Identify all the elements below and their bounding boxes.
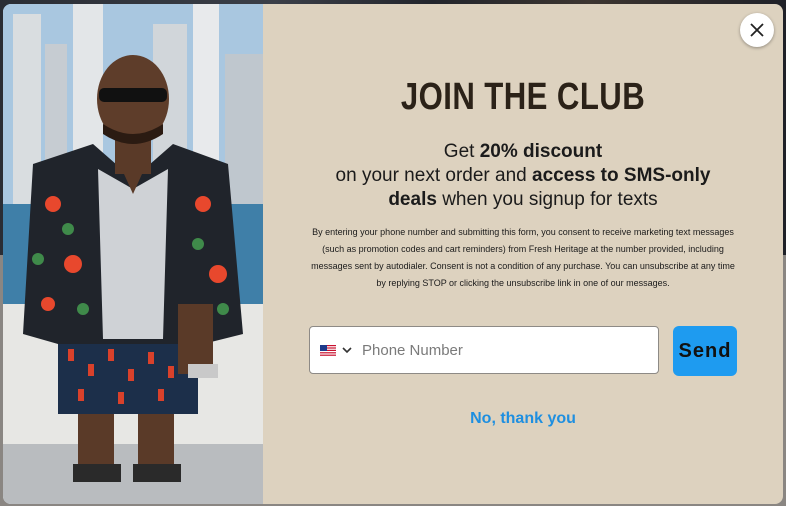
send-button[interactable]: Send [673, 326, 737, 376]
us-flag-icon[interactable] [320, 344, 336, 356]
phone-input[interactable] [360, 340, 634, 360]
offer-signup: when you signup for texts [442, 189, 658, 210]
headline: JOIN THE CLUB [400, 76, 646, 118]
offer-discount: 20% discount [479, 141, 603, 162]
offer-get: Get [443, 141, 475, 162]
consent-text: By entering your phone number and submit… [311, 227, 735, 288]
offer-deals: deals [388, 189, 437, 210]
no-thanks-link[interactable]: No, thank you [263, 410, 783, 428]
offer-next-order: on your next order and [335, 165, 527, 186]
signup-content: JOIN THE CLUB Get 20% discount on your n… [263, 4, 783, 504]
sms-signup-modal: JOIN THE CLUB Get 20% discount on your n… [3, 4, 783, 504]
close-icon[interactable] [749, 22, 765, 38]
offer-access: access to SMS-only [532, 165, 711, 186]
phone-field[interactable] [309, 326, 659, 374]
offer-text: Get 20% discount on your next order and … [293, 140, 753, 212]
chevron-down-icon[interactable] [342, 346, 352, 354]
model-photo [3, 4, 263, 504]
close-button[interactable] [740, 13, 774, 47]
